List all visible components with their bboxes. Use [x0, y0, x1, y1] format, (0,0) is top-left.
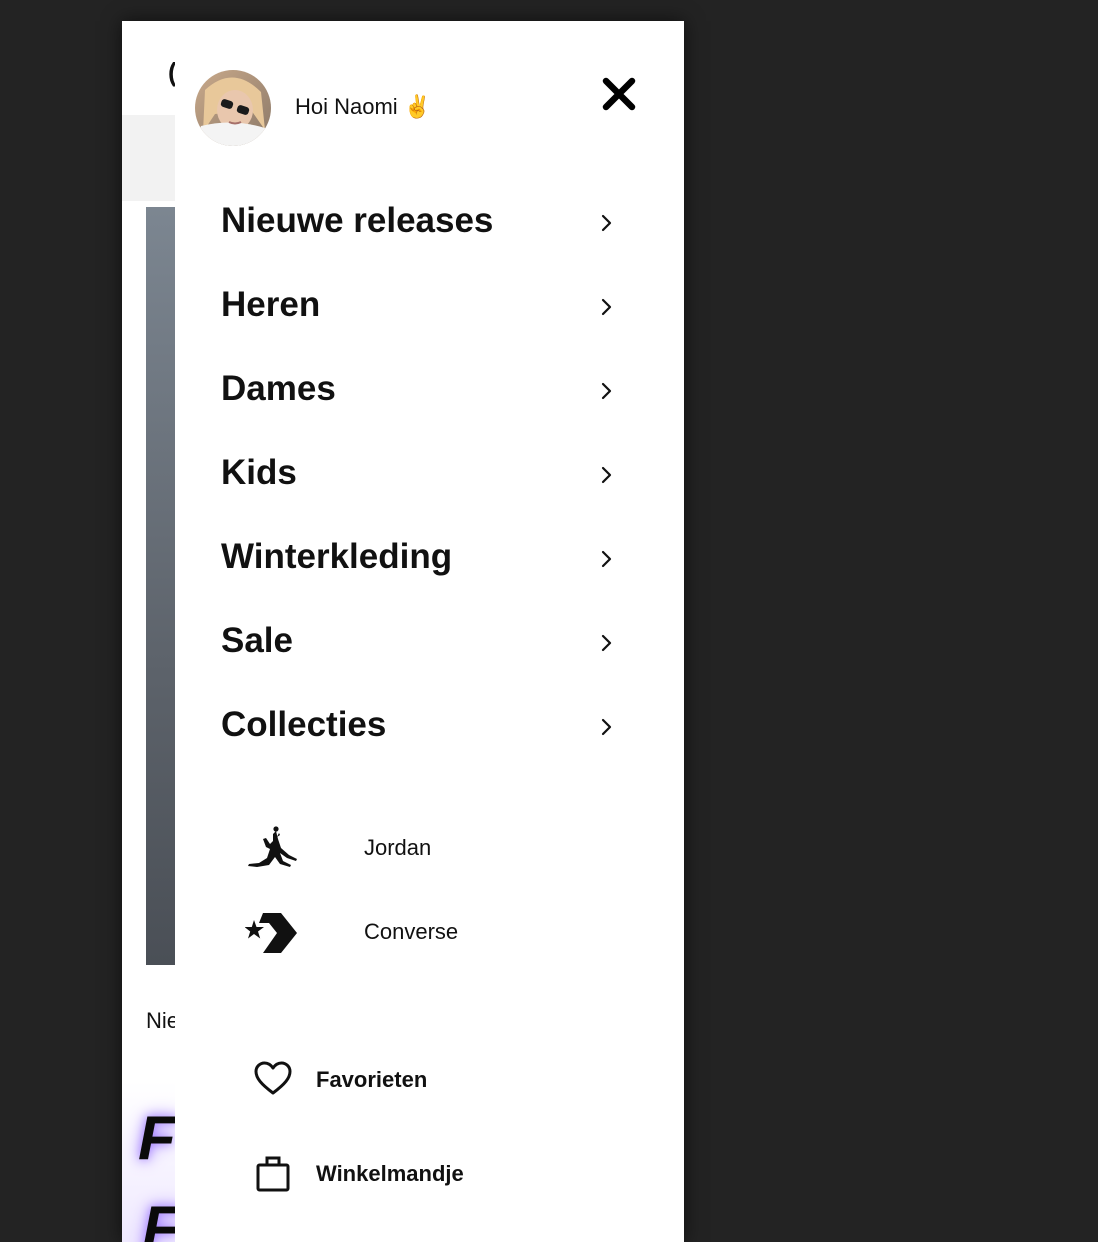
menu-item-label: Heren: [221, 285, 321, 324]
favorites-link[interactable]: Favorieten: [175, 1035, 684, 1129]
greeting-text: Hoi Naomi: [295, 94, 398, 119]
user-avatar[interactable]: [195, 70, 271, 146]
navigation-drawer: Hoi Naomi ✌️ Nieuwe releases Heren Dames: [175, 21, 684, 1242]
main-menu: Nieuwe releases Heren Dames Kids Winterk…: [175, 181, 684, 769]
menu-item-sale[interactable]: Sale: [175, 601, 684, 685]
jordan-jumpman-icon: [248, 826, 297, 867]
menu-item-label: Collecties: [221, 705, 387, 744]
chevron-right-icon: [601, 298, 612, 316]
menu-item-label: Winterkleding: [221, 537, 453, 576]
chevron-right-icon: [601, 214, 612, 232]
victory-hand-icon: ✌️: [403, 94, 432, 119]
close-icon: [602, 77, 636, 111]
converse-star-chevron-icon: [245, 913, 297, 953]
brand-links: Jordan Converse: [175, 809, 684, 977]
mobile-viewport: ( Nie F F: [122, 21, 684, 1242]
menu-item-collecties[interactable]: Collecties: [175, 685, 684, 769]
brand-link-converse[interactable]: Converse: [175, 893, 684, 977]
underlay-promo-text: F: [138, 1104, 175, 1173]
brand-label: Converse: [364, 919, 459, 944]
chevron-right-icon: [601, 382, 612, 400]
chevron-right-icon: [601, 718, 612, 736]
menu-item-label: Dames: [221, 369, 336, 408]
menu-item-kids[interactable]: Kids: [175, 433, 684, 517]
menu-item-label: Kids: [221, 453, 297, 492]
menu-item-nieuwe-releases[interactable]: Nieuwe releases: [175, 181, 684, 265]
greeting: Hoi Naomi ✌️: [295, 94, 431, 120]
cart-link[interactable]: Winkelmandje: [175, 1129, 684, 1223]
underlay-hero-image: [146, 207, 175, 965]
underlay-promo-text: F: [142, 1193, 175, 1242]
menu-item-winterkleding[interactable]: Winterkleding: [175, 517, 684, 601]
menu-item-dames[interactable]: Dames: [175, 349, 684, 433]
close-button[interactable]: [598, 73, 640, 115]
underlay-search-bar: [122, 115, 175, 201]
favorites-label: Favorieten: [316, 1067, 428, 1092]
drawer-header: Hoi Naomi ✌️: [175, 21, 684, 171]
cart-label: Winkelmandje: [316, 1161, 464, 1186]
brand-label: Jordan: [364, 835, 432, 860]
menu-item-heren[interactable]: Heren: [175, 265, 684, 349]
avatar-image: [195, 70, 271, 146]
shopping-bag-icon: [256, 1156, 290, 1192]
underlay-promo-banner: F F: [122, 1081, 175, 1242]
chevron-right-icon: [601, 550, 612, 568]
chevron-right-icon: [601, 634, 612, 652]
chevron-right-icon: [601, 466, 612, 484]
brand-link-jordan[interactable]: Jordan: [175, 809, 684, 893]
account-links: Favorieten Winkelmandje: [175, 1035, 684, 1223]
heart-icon: [254, 1061, 292, 1095]
menu-item-label: Sale: [221, 621, 293, 660]
menu-item-label: Nieuwe releases: [221, 201, 494, 240]
